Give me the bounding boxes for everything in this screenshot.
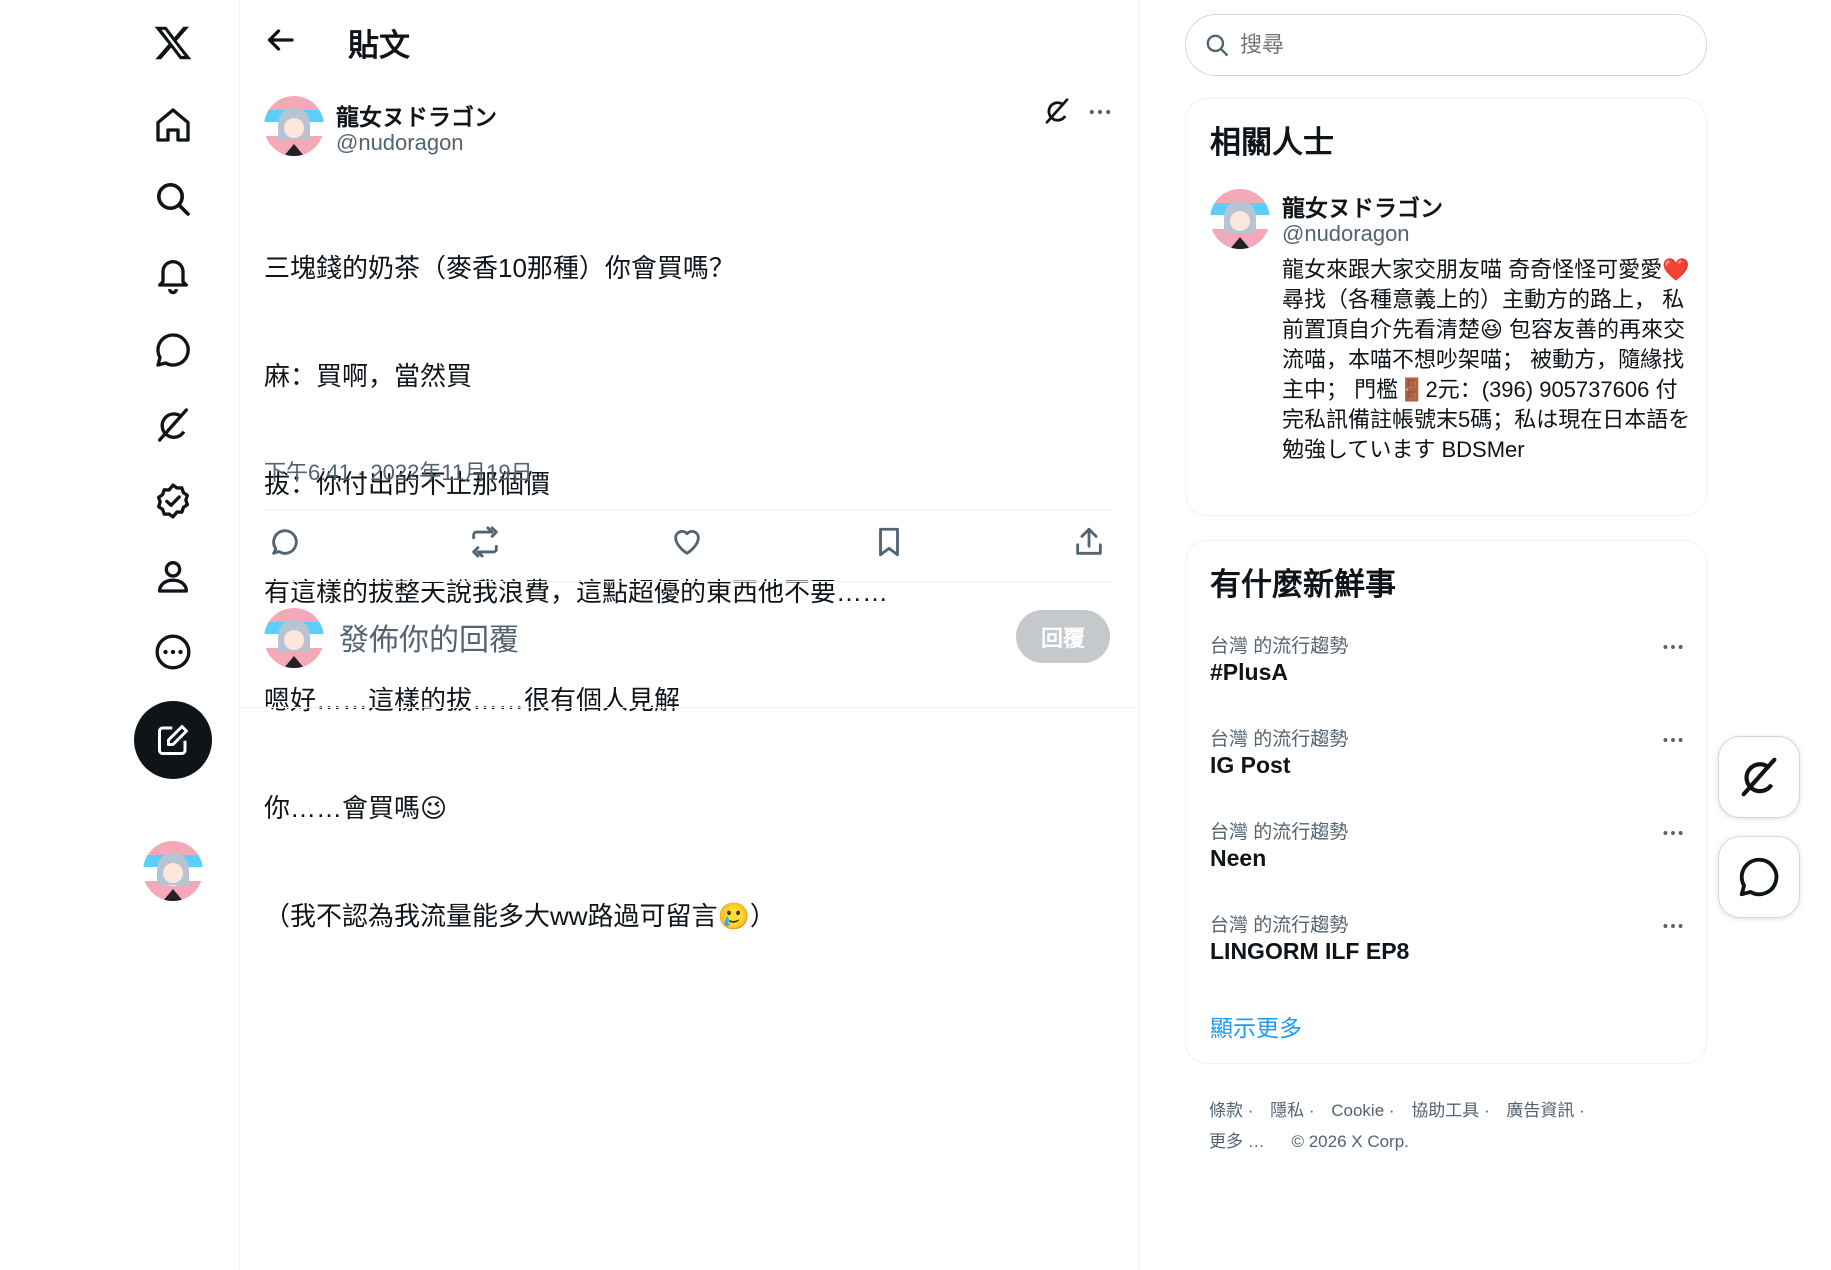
trend-context: 台灣 的流行趨勢 [1210, 915, 1349, 936]
account-avatar[interactable] [143, 841, 203, 901]
grok-icon [1741, 757, 1777, 797]
trend-name: IG Post [1210, 752, 1291, 778]
trends-title: 有什麼新鮮事 [1210, 567, 1396, 602]
footer-link-terms[interactable]: 條款 · [1209, 1101, 1253, 1120]
trends-card: 有什麼新鮮事 台灣 的流行趨勢 #PlusA 台灣 的流行趨勢 IG Post … [1185, 540, 1707, 1064]
reply-icon [272, 529, 298, 555]
repost-action-button[interactable] [468, 525, 508, 565]
trend-name: #PlusA [1210, 659, 1288, 685]
divider [264, 509, 1114, 510]
bookmark-action-button[interactable] [872, 525, 912, 565]
like-action-button[interactable] [670, 525, 710, 565]
column-divider [239, 0, 240, 1270]
tweet-timestamp[interactable]: 下午6:41 · 2022年11月19日 [264, 455, 533, 487]
tweet-line: 麻：買啊，當然買 [264, 361, 473, 391]
author-handle[interactable]: @nudoragon [336, 130, 464, 156]
tweet-line: 你……會買嗎😉 [264, 793, 448, 823]
messages-float-button[interactable] [1718, 836, 1800, 918]
more-horizontal-icon [1663, 831, 1683, 835]
tweet-line: 嗯好……這樣的拔……很有個人見解 [264, 685, 681, 715]
column-divider [1138, 0, 1139, 1270]
share-icon [1076, 527, 1102, 555]
x-logo-icon[interactable] [138, 8, 208, 78]
verified-icon[interactable] [138, 466, 208, 536]
trend-more-button[interactable] [1656, 728, 1690, 752]
tweet-line: （我不認為我流量能多大ww路過可留言🥲） [264, 901, 776, 931]
footer-link-cookie[interactable]: Cookie · [1331, 1101, 1394, 1120]
reply-action-button[interactable] [268, 525, 308, 565]
grok-icon[interactable] [138, 390, 208, 460]
heart-icon [674, 530, 700, 555]
tweet-line: 有這樣的拔整天說我浪費，這點超優的東西他不要…… [264, 577, 889, 607]
share-action-button[interactable] [1072, 525, 1112, 565]
reply-submit-button[interactable]: 回覆 [1016, 610, 1110, 663]
author-avatar[interactable] [264, 96, 324, 156]
tweet-line: 三塊錢的奶茶（麥香10那種）你會買嗎？ [264, 253, 735, 283]
related-title: 相關人士 [1210, 125, 1334, 160]
chat-icon [1739, 857, 1779, 897]
more-horizontal-icon [1663, 924, 1683, 928]
divider [239, 707, 1138, 708]
trend-context: 台灣 的流行趨勢 [1210, 729, 1349, 750]
page-title: 貼文 [348, 28, 410, 63]
footer-link-accessibility[interactable]: 協助工具 · [1411, 1101, 1489, 1120]
show-more-link[interactable]: 顯示更多 [1210, 1009, 1302, 1043]
more-horizontal-icon [1663, 645, 1683, 649]
trend-more-button[interactable] [1656, 821, 1690, 845]
author-name[interactable]: 龍女ヌドラゴン [336, 98, 497, 132]
trend-more-button[interactable] [1656, 914, 1690, 938]
trend-context: 台灣 的流行趨勢 [1210, 636, 1349, 657]
related-name[interactable]: 龍女ヌドラゴン [1282, 189, 1443, 223]
related-people-card: 相關人士 龍女ヌドラゴン @nudoragon 龍女來跟大家交朋友喵 奇奇怪怪可… [1185, 98, 1707, 516]
footer-row-2: 更多 … © 2026 X Corp. [1209, 1127, 1421, 1152]
search-icon [1206, 34, 1228, 56]
footer-link-ads[interactable]: 廣告資訊 · [1506, 1101, 1584, 1120]
bookmark-icon [879, 527, 899, 557]
divider [264, 581, 1114, 582]
bell-icon[interactable] [138, 240, 208, 310]
back-button[interactable] [262, 22, 298, 58]
repost-icon [472, 526, 498, 558]
more-horizontal-icon [1089, 109, 1111, 115]
home-icon[interactable] [138, 90, 208, 160]
more-horizontal-icon [1663, 738, 1683, 742]
related-handle[interactable]: @nudoragon [1282, 221, 1410, 247]
footer-links: 條款 · 隱私 · Cookie · 協助工具 · 廣告資訊 · [1209, 1096, 1597, 1121]
reply-input[interactable]: 發佈你的回覆 [339, 615, 519, 659]
search-icon[interactable] [138, 164, 208, 234]
more-icon[interactable] [138, 617, 208, 687]
footer-copyright: © 2026 X Corp. [1291, 1132, 1409, 1151]
tweet-text: 三塊錢的奶茶（麥香10那種）你會買嗎？ 麻：買啊，當然買 拔：你付出的不止那個價… [264, 178, 888, 970]
grok-icon [1045, 98, 1069, 124]
search-input[interactable] [1238, 31, 1662, 59]
compose-button[interactable] [134, 701, 212, 779]
grok-float-button[interactable] [1718, 736, 1800, 818]
compose-icon [158, 725, 188, 755]
related-bio: 龍女來跟大家交朋友喵 奇奇怪怪可愛愛❤️ 尋找（各種意義上的）主動方的路上， 私… [1282, 257, 1691, 462]
arrow-left-icon [267, 29, 294, 51]
search-box[interactable] [1185, 14, 1707, 76]
footer-more-link[interactable]: 更多 … [1209, 1132, 1265, 1151]
chat-icon[interactable] [138, 315, 208, 385]
profile-icon[interactable] [138, 541, 208, 611]
related-avatar[interactable] [1210, 189, 1270, 249]
trend-more-button[interactable] [1656, 635, 1690, 659]
footer-link-privacy[interactable]: 隱私 · [1270, 1101, 1314, 1120]
trend-name: Neen [1210, 845, 1267, 871]
tweet-more-button[interactable] [1086, 98, 1116, 128]
reply-avatar[interactable] [264, 608, 324, 668]
trend-name: LINGORM ILF EP8 [1210, 938, 1410, 964]
grok-tweet-button[interactable] [1042, 96, 1076, 130]
trend-context: 台灣 的流行趨勢 [1210, 822, 1349, 843]
